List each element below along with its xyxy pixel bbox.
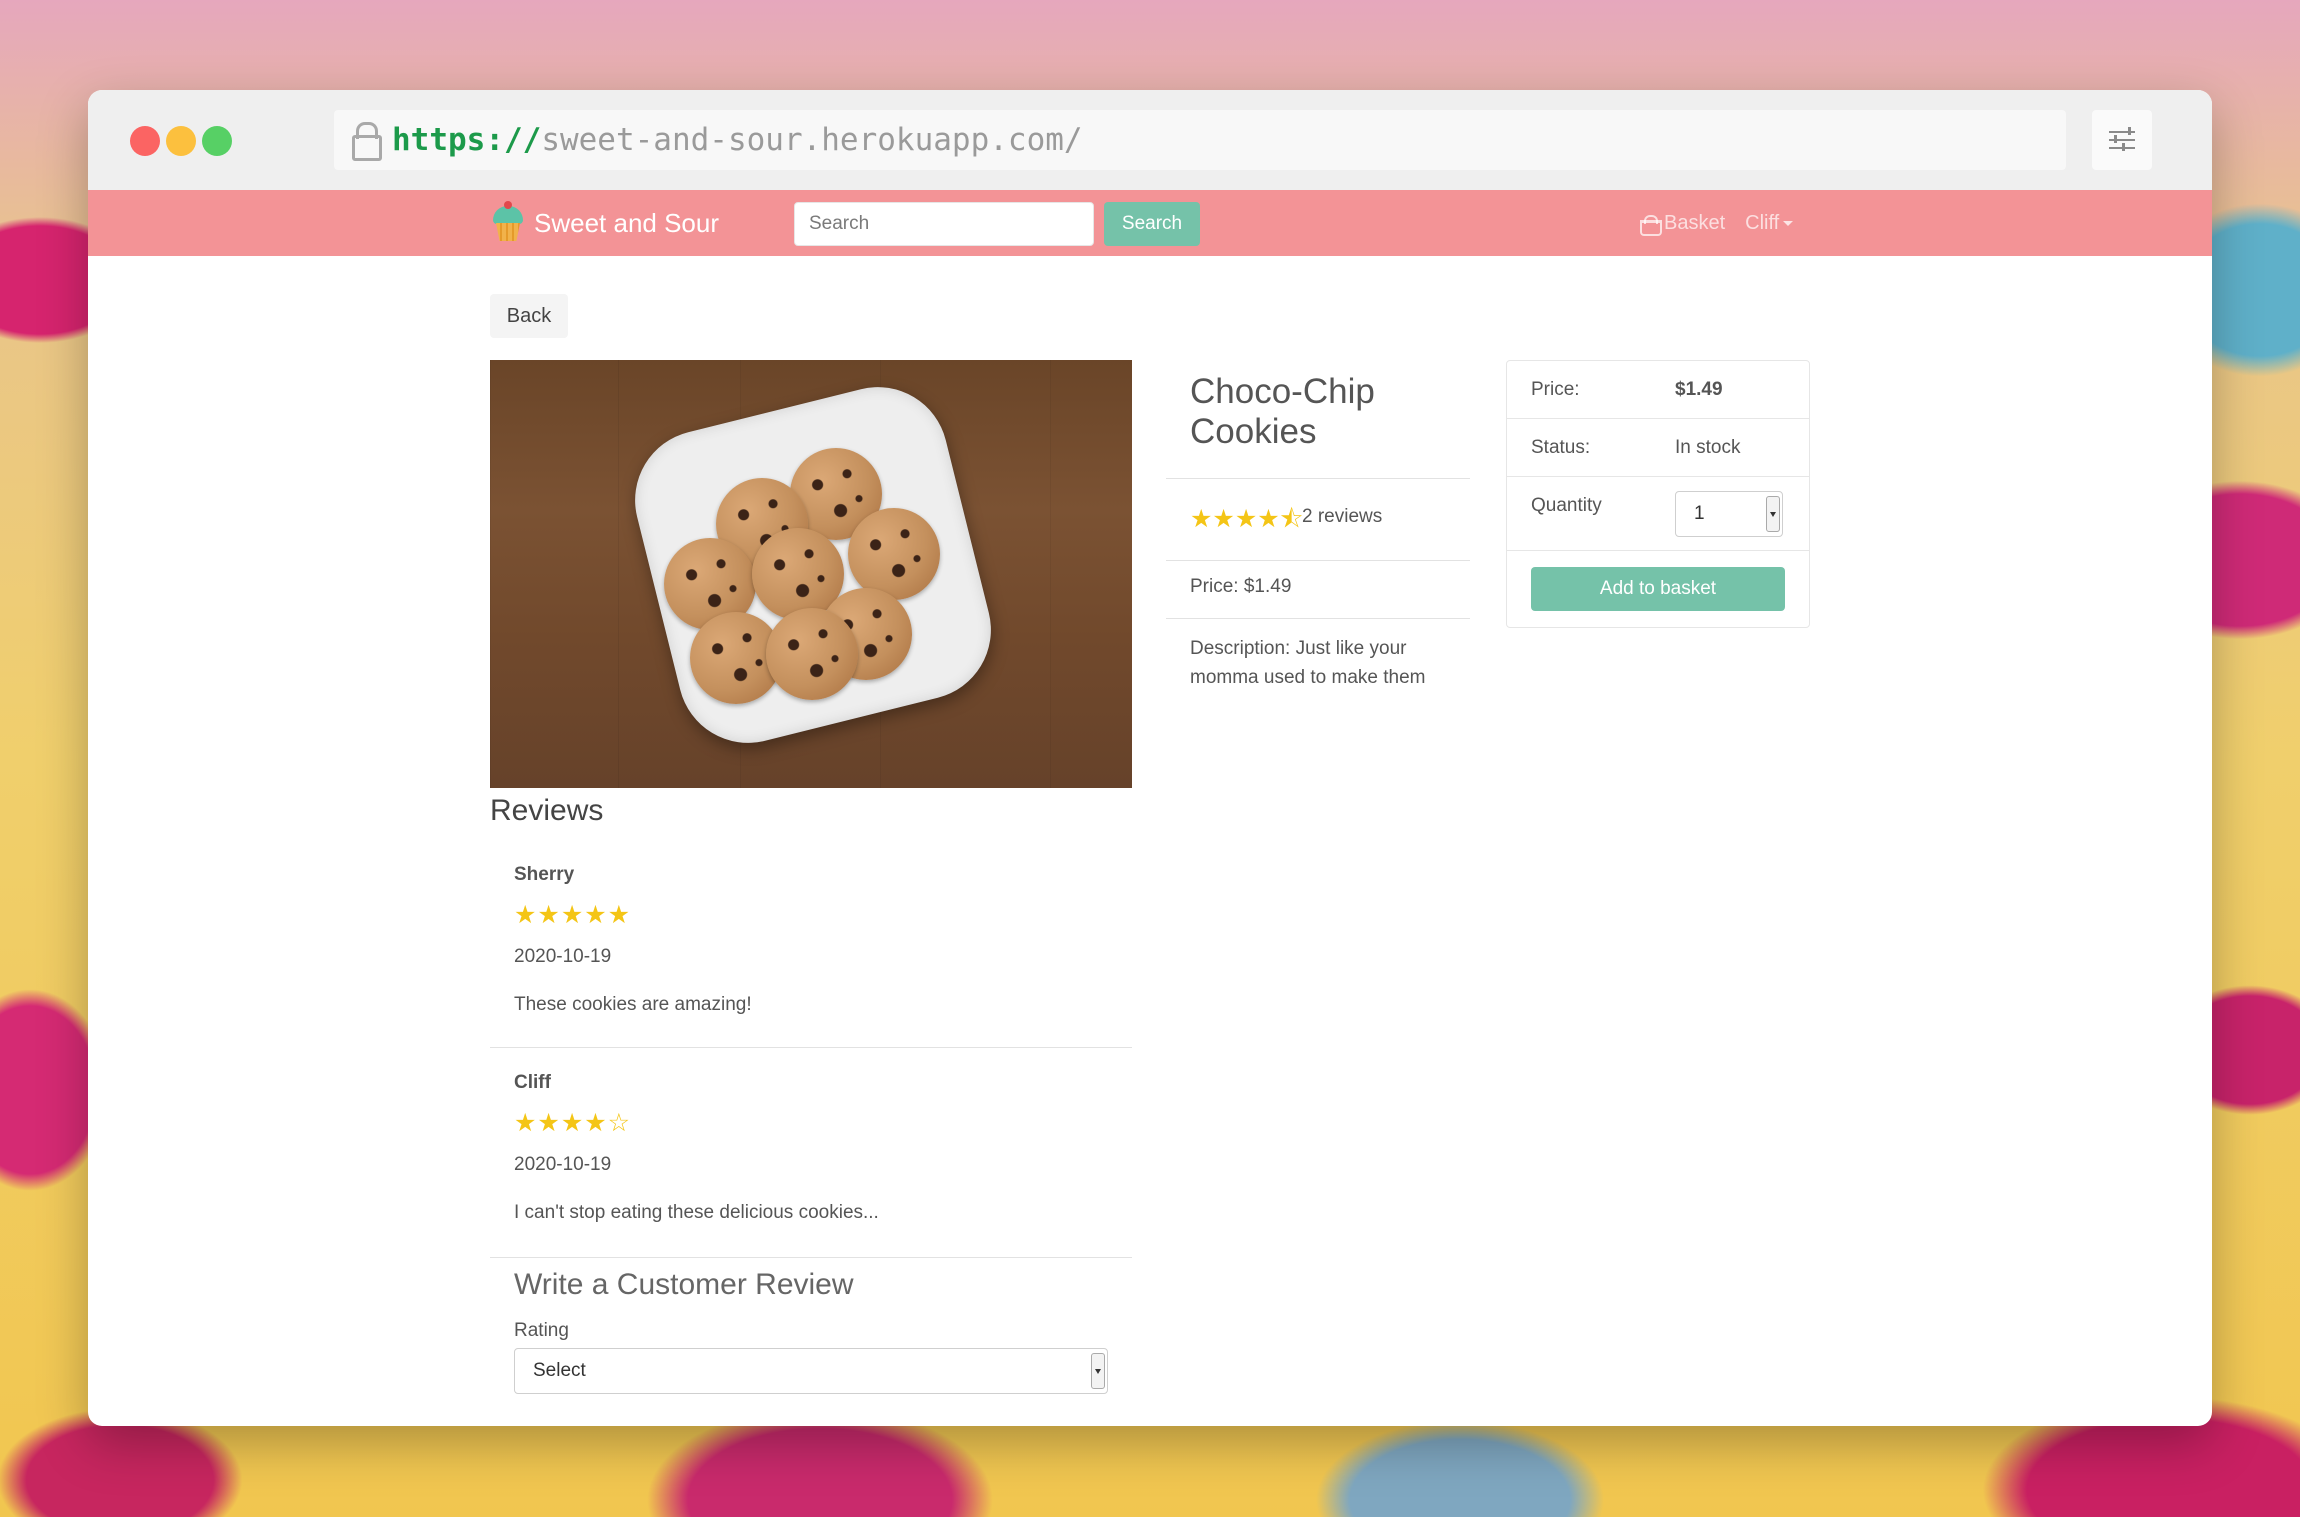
- price-row: Price: $1.49: [1507, 361, 1809, 419]
- quantity-value: 1: [1694, 503, 1705, 524]
- review-stars: ★★★★★: [514, 901, 632, 929]
- url-host: sweet-and-sour.herokuapp.com/: [541, 122, 1083, 158]
- reviewer-name: Sherry: [514, 864, 575, 885]
- add-to-basket-button[interactable]: Add to basket: [1531, 567, 1785, 611]
- price-label: Price:: [1531, 379, 1580, 400]
- site-navbar: Sweet and Sour Search Basket Cliff: [88, 190, 2212, 256]
- product-price: Price: $1.49: [1190, 576, 1292, 597]
- buy-card: Price: $1.49 Status: In stock Quantity 1…: [1506, 360, 1810, 628]
- select-arrows-icon: [1766, 496, 1780, 532]
- product-image: [490, 360, 1132, 788]
- select-arrows-icon: [1091, 1353, 1105, 1389]
- price-value: $1.49: [1675, 379, 1723, 400]
- browser-window: https://sweet-and-sour.herokuapp.com/ Sw…: [88, 90, 2212, 1426]
- address-bar[interactable]: https://sweet-and-sour.herokuapp.com/: [334, 110, 2066, 170]
- reviews-heading: Reviews: [490, 794, 604, 827]
- url-text: https://sweet-and-sour.herokuapp.com/: [392, 122, 1083, 158]
- chevron-down-icon: [1783, 220, 1794, 226]
- rating-label: Rating: [514, 1320, 569, 1341]
- divider: [1166, 478, 1470, 479]
- basket-link[interactable]: Basket: [1640, 211, 1726, 236]
- status-row: Status: In stock: [1507, 419, 1809, 477]
- review-comment: These cookies are amazing!: [514, 994, 752, 1015]
- quantity-row: Quantity 1: [1507, 477, 1809, 551]
- rating-select[interactable]: Select: [514, 1348, 1108, 1394]
- maximize-window-button[interactable]: [202, 126, 232, 156]
- browser-titlebar: https://sweet-and-sour.herokuapp.com/: [88, 90, 2212, 190]
- product-description: Description: Just like your momma used t…: [1190, 638, 1426, 688]
- lock-icon: [342, 110, 392, 170]
- divider: [1166, 618, 1470, 619]
- product-rating-stars: ★★★★⯪: [1190, 505, 1304, 533]
- review-item: Cliff ★★★★☆ 2020-10-19 I can't stop eati…: [490, 1048, 1132, 1258]
- window-controls: [130, 126, 232, 156]
- nav-right-links: Basket Cliff: [1640, 190, 1794, 256]
- back-button[interactable]: Back: [490, 294, 568, 338]
- divider: [1166, 560, 1470, 561]
- brand-name: Sweet and Sour: [534, 207, 720, 238]
- close-window-button[interactable]: [130, 126, 160, 156]
- reviews-count-link[interactable]: 2 reviews: [1302, 506, 1382, 528]
- status-value: In stock: [1675, 437, 1741, 458]
- review-date: 2020-10-19: [514, 946, 612, 967]
- user-name: Cliff: [1745, 211, 1780, 234]
- brand-link[interactable]: Sweet and Sour: [492, 201, 720, 242]
- search-button[interactable]: Search: [1104, 202, 1200, 246]
- product-title: Choco-Chip Cookies: [1190, 372, 1375, 451]
- basket-label: Basket: [1664, 211, 1726, 234]
- minimize-window-button[interactable]: [166, 126, 196, 156]
- review-comment: I can't stop eating these delicious cook…: [514, 1202, 879, 1223]
- quantity-label: Quantity: [1531, 495, 1602, 516]
- reviewer-name: Cliff: [514, 1072, 551, 1093]
- basket-icon: [1640, 215, 1662, 236]
- user-dropdown[interactable]: Cliff: [1745, 211, 1794, 235]
- cupcake-icon: [492, 201, 524, 242]
- write-review-heading: Write a Customer Review: [514, 1268, 854, 1301]
- review-stars: ★★★★☆: [514, 1109, 632, 1137]
- status-label: Status:: [1531, 437, 1591, 458]
- review-date: 2020-10-19: [514, 1154, 612, 1175]
- url-protocol: https://: [392, 122, 542, 158]
- search-input[interactable]: [794, 202, 1094, 246]
- quantity-select[interactable]: 1: [1675, 491, 1783, 537]
- rating-select-value: Select: [533, 1360, 586, 1381]
- review-item: Sherry ★★★★★ 2020-10-19 These cookies ar…: [490, 842, 1132, 1048]
- browser-settings-button[interactable]: [2092, 110, 2152, 170]
